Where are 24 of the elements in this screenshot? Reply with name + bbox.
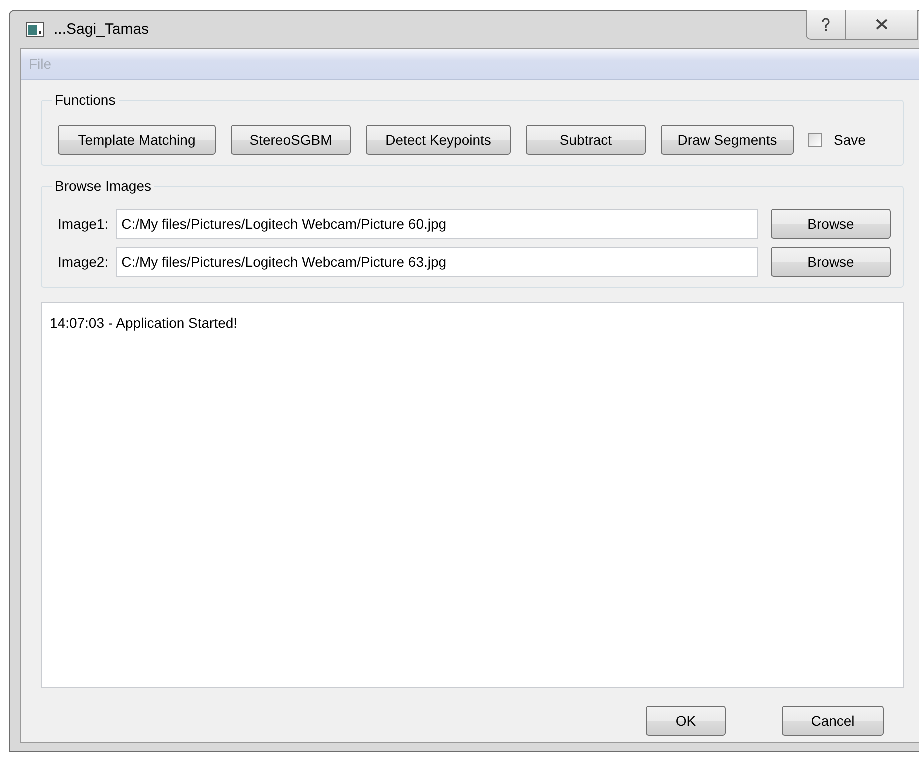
image-path-field[interactable]: C:/My files/Pictures/Logitech Webcam/Picture 60.jpg bbox=[116, 209, 758, 239]
save-checkbox[interactable] bbox=[808, 133, 822, 147]
close-icon bbox=[876, 19, 888, 30]
group-title: Functions bbox=[52, 92, 119, 108]
group-title: Browse Images bbox=[52, 178, 154, 194]
image-path-field[interactable]: C:/My files/Pictures/Logitech Webcam/Picture 63.jpg bbox=[116, 247, 758, 277]
save-label: Save bbox=[834, 132, 866, 148]
window-title: ...Sagi_Tamas bbox=[54, 21, 150, 38]
function-button[interactable]: StereoSGBM bbox=[231, 125, 351, 155]
dialog-button[interactable]: OK bbox=[646, 706, 726, 736]
function-button[interactable]: Template Matching bbox=[58, 125, 216, 155]
dialog-button[interactable]: Cancel bbox=[782, 706, 884, 736]
log-line: 14:07:03 - Application Started! bbox=[50, 315, 239, 331]
browse-button[interactable]: Browse bbox=[771, 247, 891, 277]
help-icon bbox=[821, 18, 831, 32]
function-button[interactable]: Detect Keypoints bbox=[366, 125, 511, 155]
browse-button[interactable]: Browse bbox=[771, 209, 891, 239]
function-button[interactable]: Subtract bbox=[526, 125, 646, 155]
image-label: Image2: bbox=[58, 254, 109, 270]
app-icon bbox=[26, 22, 44, 37]
image-label: Image1: bbox=[58, 216, 109, 232]
function-button[interactable]: Draw Segments bbox=[661, 125, 794, 155]
help-button[interactable] bbox=[806, 10, 846, 40]
close-button[interactable] bbox=[846, 10, 918, 40]
